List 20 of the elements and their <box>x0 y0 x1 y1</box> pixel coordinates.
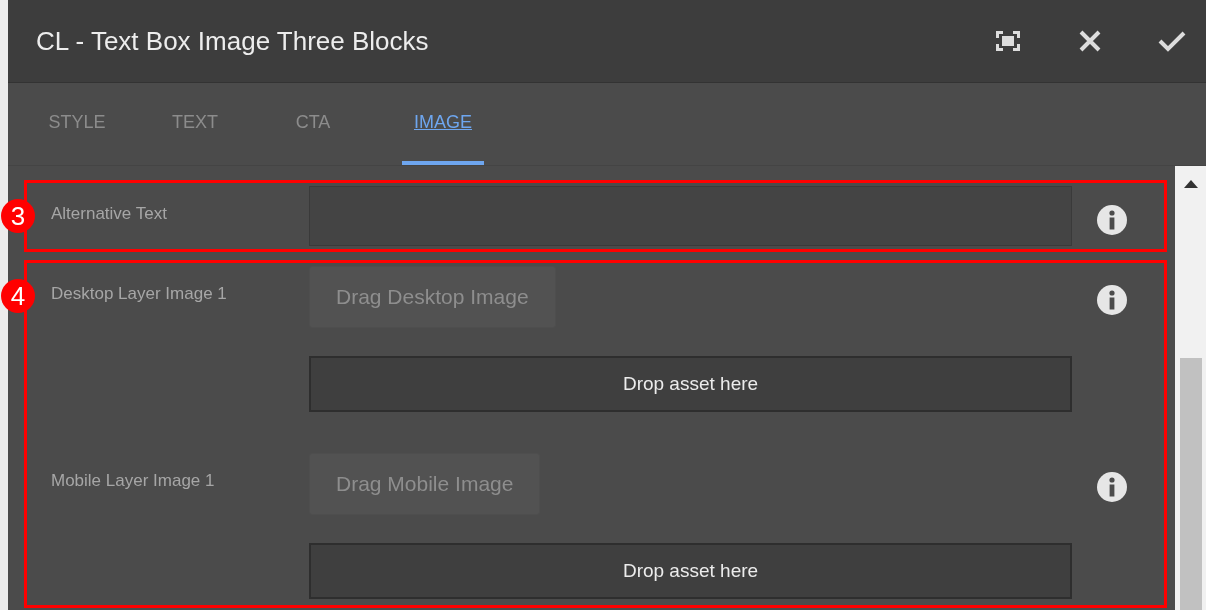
scrollbar[interactable] <box>1175 166 1206 610</box>
scrollbar-thumb[interactable] <box>1179 358 1202 610</box>
callout-number: 4 <box>1 279 35 313</box>
drop-zone[interactable]: Drop asset here <box>309 543 1072 599</box>
field-label: Desktop Layer Image 1 <box>50 283 228 304</box>
window-title: CL - Text Box Image Three Blocks <box>36 25 430 57</box>
callout-number: 3 <box>1 199 35 233</box>
field-label: Mobile Layer Image 1 <box>50 470 216 491</box>
drop-zone[interactable]: Drop asset here <box>309 356 1072 412</box>
drag-image-button[interactable]: Drag Mobile Image <box>309 453 541 515</box>
scroll-up-icon[interactable] <box>1183 180 1198 188</box>
tab[interactable]: CTA <box>284 83 342 165</box>
drag-image-button[interactable]: Drag Desktop Image <box>309 266 556 328</box>
field-label: Alternative Text <box>50 203 168 224</box>
tab[interactable]: TEXT <box>166 83 224 165</box>
tab[interactable]: IMAGE <box>402 83 484 165</box>
info-icon[interactable] <box>1096 284 1128 316</box>
info-icon[interactable] <box>1096 471 1128 503</box>
tab[interactable]: STYLE <box>48 83 106 165</box>
info-icon[interactable] <box>1096 204 1128 236</box>
